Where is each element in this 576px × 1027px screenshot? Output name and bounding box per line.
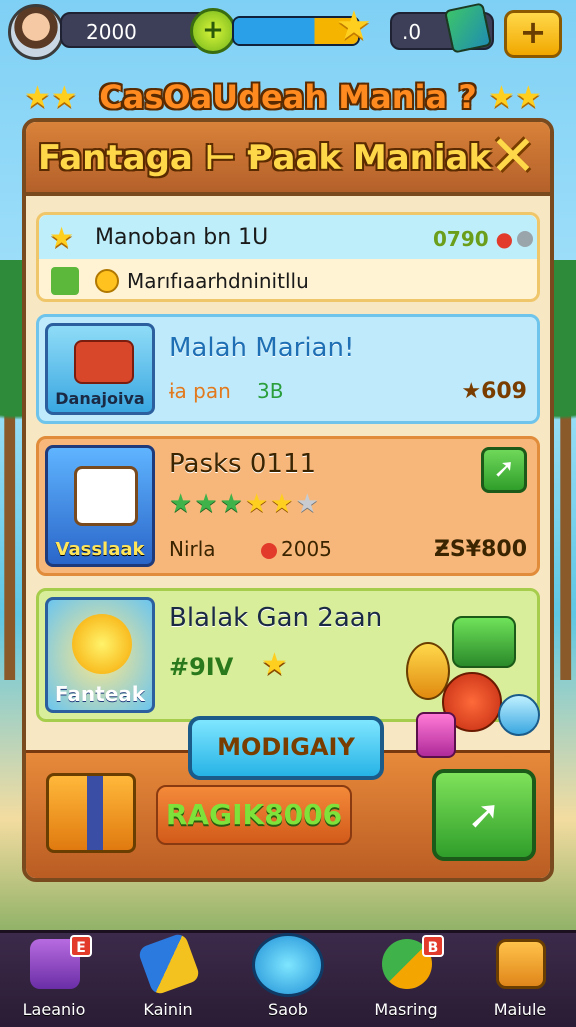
add-coins-button[interactable]: + xyxy=(190,8,236,54)
coin-amount: 2000 xyxy=(86,20,137,44)
blue-gem-icon xyxy=(498,694,540,736)
shop-item-row[interactable]: Vasslaak Pasks 0111 ★★★★★★ Nirla 2005 ƵS… xyxy=(36,436,540,576)
coin-icon xyxy=(95,269,119,293)
item-meta: ɨa pan xyxy=(169,379,231,403)
close-icon[interactable]: ✕ xyxy=(482,126,544,188)
meat-icon xyxy=(74,340,134,384)
nav-item-maiule[interactable]: Maiule xyxy=(472,933,568,1027)
camera-icon xyxy=(496,939,546,989)
thumbnail-label: Danajoiva xyxy=(55,389,145,408)
info-card: ★ Manoban bn 1U 0790 ● Marıfıaarhdninitl… xyxy=(36,212,540,302)
star-icon: ★ xyxy=(169,489,195,519)
gem-amount: .0 xyxy=(402,20,422,44)
item-title: Pasks 0111 xyxy=(169,449,317,479)
claim-button[interactable]: ➚ xyxy=(432,769,536,861)
mug-icon xyxy=(74,466,138,526)
item-meta: #9IV xyxy=(169,653,234,681)
gem-pack-icon xyxy=(443,2,493,54)
cash-icon xyxy=(51,267,79,295)
item-title: Blalak Gan 2aan xyxy=(169,603,383,633)
bottom-nav: E Laeanio Kainin Saob B Masring Maiule xyxy=(0,930,576,1027)
sun-icon xyxy=(72,614,132,674)
item-price: ƵS¥800 xyxy=(433,537,527,562)
nav-label: Masring xyxy=(374,1000,438,1019)
ticket-icon xyxy=(136,931,202,997)
nav-label: Laeanio xyxy=(22,1000,86,1019)
player-avatar[interactable] xyxy=(8,4,64,60)
pink-gem-icon xyxy=(416,712,456,758)
info-label: Manoban bn 1U xyxy=(95,225,269,250)
item-thumbnail: Danajoiva xyxy=(45,323,155,415)
star-icon: ★ xyxy=(194,489,220,519)
chest-strap xyxy=(87,776,103,850)
red-gem-icon xyxy=(261,542,277,559)
buy-arrow-button[interactable]: ➚ xyxy=(481,447,527,493)
nav-label: Saob xyxy=(268,1000,308,1019)
nav-item-saob[interactable]: Saob xyxy=(240,933,336,1027)
top-hud: 2000 + ★ .0 + xyxy=(0,0,576,64)
coin-counter: 2000 xyxy=(60,12,210,48)
star-icon: ★ xyxy=(261,647,288,682)
shop-panel: Fantaga ⊢ Ᵽaak Maniak ✕ ★ Manoban bn 1U … xyxy=(22,118,554,882)
star-icon: ★ xyxy=(244,489,271,519)
item-title: Malah Marian! xyxy=(169,333,355,363)
star-icon: ★ xyxy=(49,221,75,254)
panel-title: Fantaga ⊢ Ᵽaak Maniak xyxy=(38,138,492,178)
notification-badge: B xyxy=(422,935,444,957)
nav-item-kainin[interactable]: Kainin xyxy=(120,931,216,1027)
item-thumbnail: Vasslaak xyxy=(45,445,155,567)
nav-label: Kainin xyxy=(143,1000,193,1019)
reward-label: RAGIK8006 xyxy=(156,785,352,845)
nav-item-masring[interactable]: B Masring xyxy=(358,933,454,1027)
item-count: 2005 xyxy=(261,537,332,561)
green-gem-icon xyxy=(452,616,516,668)
item-price: ★609 xyxy=(461,379,527,404)
star-icon: ★ xyxy=(336,3,372,49)
nav-label: Maiule xyxy=(493,1000,547,1019)
star-decoration-right-icon: ★★ xyxy=(488,80,542,115)
add-gems-button[interactable]: + xyxy=(504,10,562,58)
thumbnail-label: Vasslaak xyxy=(55,539,145,560)
gems-cluster-icon xyxy=(402,612,542,762)
star-icon: ★ xyxy=(219,489,245,519)
star-empty-icon: ★ xyxy=(295,489,321,519)
info-toggle-icon[interactable] xyxy=(517,231,533,247)
item-level: 3B xyxy=(257,379,284,403)
nav-item-laeanio[interactable]: E Laeanio xyxy=(6,933,102,1027)
item-meta: Nirla xyxy=(169,537,216,561)
action-button[interactable]: MODIGAIY xyxy=(188,716,384,780)
chat-bubble-icon xyxy=(252,933,324,997)
treasure-chest-icon xyxy=(46,773,136,853)
star-icon: ★ xyxy=(270,489,296,519)
panel-header: Fantaga ⊢ Ᵽaak Maniak ✕ xyxy=(26,122,550,196)
rating-stars: ★★★★★★ xyxy=(169,489,321,519)
notification-badge: E xyxy=(70,935,92,957)
item-thumbnail: Fanteak xyxy=(45,597,155,713)
thumbnail-label: Fanteak xyxy=(54,682,146,706)
info-subtitle: Marıfıaarhdninitllu xyxy=(127,269,309,293)
shop-item-row[interactable]: Danajoiva Malah Marian! ɨa pan 3B ★609 xyxy=(36,314,540,424)
info-value: 0790 ● xyxy=(433,227,514,251)
